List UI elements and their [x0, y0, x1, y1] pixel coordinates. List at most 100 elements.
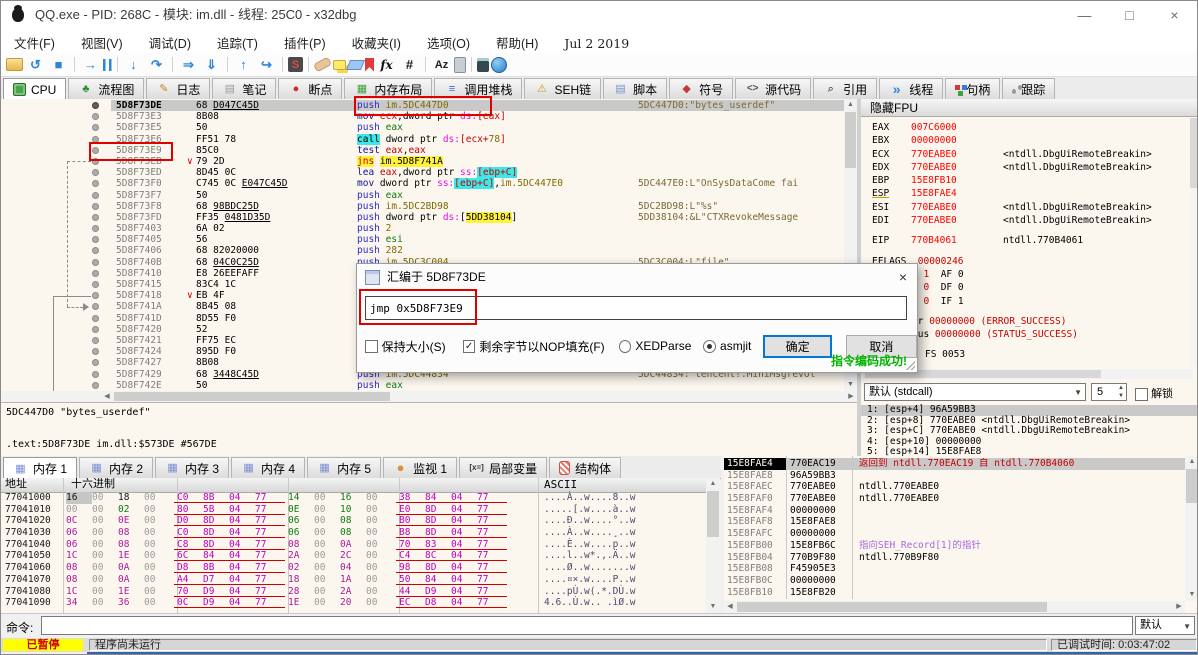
pause-icon[interactable]: [103, 58, 112, 71]
breakpoint-dot-icon[interactable]: [92, 202, 99, 210]
disasm-gutter[interactable]: [1, 190, 111, 201]
font-icon[interactable]: Az: [431, 56, 452, 74]
disasm-gutter[interactable]: [1, 178, 111, 189]
run-to-cursor-icon[interactable]: ⇒: [178, 56, 199, 74]
breakpoint-dot-icon[interactable]: [92, 281, 99, 288]
close-icon[interactable]: ×: [899, 264, 907, 290]
function-icon[interactable]: fx: [376, 56, 397, 74]
disasm-row[interactable]: 5D8F73F0 C745 0C E047C45D mov dword ptr ss…: [1, 178, 844, 190]
menu-item-9[interactable]: Jul 2 2019: [551, 32, 642, 55]
memory-row[interactable]: 77041090 34 00 36 00 0C D9 04 77 1E 00 20 00 EC D8 04 77…: [1, 597, 720, 609]
unlock-checkbox[interactable]: [1135, 387, 1148, 401]
register-row[interactable]: EDX 770EABE0 <ntdll.DbgUiRemoteBreakin>: [861, 161, 1197, 174]
tab-log[interactable]: ✎ 日志: [146, 78, 211, 99]
breakpoint-dot-icon[interactable]: [92, 247, 99, 255]
menu-item-4[interactable]: 追踪(T): [204, 29, 271, 56]
asmjit-radio[interactable]: [703, 339, 717, 353]
register-row[interactable]: EAX 007C6000: [861, 121, 1197, 134]
memory-dump-panel[interactable]: 地址 十六进制 ASCII 77041000 16 00 18 00 C0 8B 04 77 14…: [1, 478, 720, 613]
stack-row[interactable]: 15E8FAF0 770EABE0 ntdll.770EABE0: [724, 493, 1185, 505]
execute-till-return-icon[interactable]: ⇓: [201, 56, 222, 74]
disasm-gutter[interactable]: [1, 369, 111, 380]
resize-grip-icon[interactable]: [906, 361, 915, 370]
disasm-gutter[interactable]: [1, 134, 111, 145]
stack-row[interactable]: 15E8FAF4 00000000: [724, 505, 1185, 517]
disasm-row[interactable]: 5D8F7405 56 push esi: [1, 234, 844, 245]
tab-watch1[interactable]: ● 监视 1: [383, 457, 458, 478]
keep-size-checkbox[interactable]: [365, 339, 378, 353]
registers-vscrollbar[interactable]: [1190, 118, 1197, 366]
breakpoint-dot-icon[interactable]: [92, 303, 99, 311]
nop-fill-checkbox[interactable]: ✓: [462, 339, 476, 353]
menu-item-5[interactable]: 插件(P): [271, 29, 339, 56]
bookmark-icon[interactable]: [365, 57, 374, 72]
register-row[interactable]: EDI 770EABE0 <ntdll.DbgUiRemoteBreakin>: [861, 214, 1197, 227]
stop-icon[interactable]: ■: [48, 56, 69, 74]
memory-row[interactable]: 77041060 08 00 0A 00 D8 8B 04 77 02 00 04 00 98 8D 04 77…: [1, 562, 720, 574]
memory-row[interactable]: 77041040 06 00 08 00 C8 8D 04 77 08 00 0A 00 70 83 04 77…: [1, 539, 720, 551]
scroll-up-icon[interactable]: ▲: [1185, 456, 1197, 468]
disasm-row[interactable]: 5D8F73FD FF35 0481D35D push dword ptr ds:[…: [1, 211, 844, 223]
breakpoint-dot-icon[interactable]: [92, 258, 99, 266]
menu-item-7[interactable]: 选项(O): [414, 29, 483, 56]
restart-icon[interactable]: ↺: [25, 56, 46, 74]
disasm-gutter[interactable]: [1, 357, 111, 368]
tab-references[interactable]: ⌕ 引用: [813, 78, 878, 99]
scroll-up-icon[interactable]: ▲: [844, 99, 857, 111]
memory-row[interactable]: 77041030 06 00 08 00 C0 8D 04 77 06 00 08 00 B8 8D 04 77…: [1, 527, 720, 539]
internet-icon[interactable]: [491, 56, 507, 73]
disasm-row[interactable]: 5D8F73E3 8B08 mov ecx,dword ptr ds:[eax]: [1, 111, 844, 122]
tab-script[interactable]: ▤ 脚本: [603, 78, 668, 99]
stack-row[interactable]: 15E8FB00 15E8FB6C 指向SEH_Record[1]的指针: [724, 540, 1185, 552]
disasm-gutter[interactable]: [1, 100, 111, 111]
memory-row[interactable]: 77041000 16 00 18 00 C0 8B 04 77 14 00 16 00 38 84 04 77…: [1, 492, 720, 504]
stack-hscroll-thumb[interactable]: [737, 602, 1047, 612]
breakpoint-dot-icon[interactable]: [92, 225, 99, 233]
tab-dump4[interactable]: ▦ 内存 4: [231, 457, 306, 478]
disasm-gutter[interactable]: [1, 122, 111, 133]
breakpoint-dot-icon[interactable]: [92, 124, 99, 132]
stack-row[interactable]: 15E8FB10 15E8FB20: [724, 587, 1185, 599]
disasm-vscroll-thumb[interactable]: [845, 112, 856, 168]
memory-row[interactable]: 77041070 08 00 0A 00 A4 D7 04 77 18 00 1A 00 50 84 04 77…: [1, 574, 720, 586]
disasm-gutter[interactable]: [1, 212, 111, 223]
breakpoint-dot-icon[interactable]: [92, 135, 99, 143]
comments-icon[interactable]: [333, 59, 346, 70]
command-input[interactable]: [41, 616, 1133, 635]
register-row[interactable]: ECX 770EABE0 <ntdll.DbgUiRemoteBreakin>: [861, 148, 1197, 161]
disasm-gutter[interactable]: [1, 335, 111, 346]
disasm-gutter[interactable]: [1, 313, 111, 324]
calling-convention-select[interactable]: 默认 (stdcall) ▼: [864, 383, 1086, 401]
disasm-gutter[interactable]: [1, 279, 111, 290]
tab-threads[interactable]: » 线程: [879, 78, 944, 99]
labels-icon[interactable]: [345, 59, 366, 70]
preferences-icon[interactable]: [454, 56, 466, 73]
patch-icon[interactable]: [312, 56, 333, 73]
stack-panel[interactable]: 15E8FAE4 770EAC19 返回到 ntdll.770EAC19 自 ntd…: [724, 456, 1197, 613]
xedparse-radio[interactable]: [618, 339, 632, 353]
stack-row[interactable]: 15E8FAEC 770EABE0 ntdll.770EABE0: [724, 481, 1185, 493]
disasm-row[interactable]: 5D8F73F8 68 98BDC25D push im.5DC2BD98 5DC2B…: [1, 201, 844, 212]
menu-item-8[interactable]: 帮助(H): [483, 29, 551, 56]
breakpoint-dot-icon[interactable]: [92, 348, 99, 356]
hide-fpu-button[interactable]: 隐藏FPU: [861, 99, 1197, 117]
menu-item-2[interactable]: 视图(V): [68, 29, 136, 56]
disasm-row[interactable]: 5D8F7403 6A 02 push 2: [1, 223, 844, 234]
disasm-gutter[interactable]: [1, 156, 111, 167]
tab-breakpoints[interactable]: ● 断点: [278, 78, 343, 99]
memory-row[interactable]: 77041050 1C 00 1E 00 6C 84 04 77 2A 00 2C 00 C4 8C 04 77…: [1, 550, 720, 562]
memory-row[interactable]: 77041020 0C 00 0E 00 D0 8D 04 77 06 00 08 00 B0 8D 04 77…: [1, 515, 720, 527]
tab-handles[interactable]: 句柄: [945, 78, 1001, 99]
memory-row[interactable]: 77041010 00 00 02 00 80 5B 04 77 0E 00 10 00 E0 8D 04 77…: [1, 504, 720, 516]
breakpoint-dot-icon[interactable]: [92, 213, 99, 221]
memory-vscroll-thumb[interactable]: [707, 491, 719, 537]
disasm-gutter[interactable]: [1, 234, 111, 245]
disasm-row[interactable]: 5D8F73EB ∨ 79 2D jns im.5D8F741A: [1, 155, 844, 167]
tab-source[interactable]: <> 源代码: [735, 78, 812, 99]
stack-row[interactable]: 15E8FAE8 96A59BB3: [724, 470, 1185, 482]
scroll-down-icon[interactable]: ▼: [1185, 589, 1197, 601]
scroll-up-icon[interactable]: ▲: [706, 478, 720, 490]
disasm-row[interactable]: 5D8F7406 68 82020000 push 282: [1, 245, 844, 256]
disasm-row[interactable]: 5D8F73E9 85C0 test eax,eax: [1, 145, 844, 156]
tab-trace[interactable]: 跟踪: [1002, 78, 1056, 99]
